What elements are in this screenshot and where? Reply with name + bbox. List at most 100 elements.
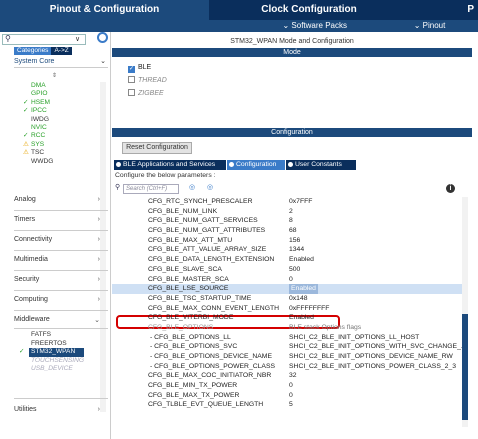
category-connectivity[interactable]: Connectivity › bbox=[14, 236, 108, 246]
category-label: Utilities bbox=[14, 406, 37, 413]
parameter-search-input[interactable]: Search (Ctrl+F) bbox=[123, 184, 179, 194]
chevron-right-icon: › bbox=[97, 236, 100, 243]
category-label: Analog bbox=[14, 196, 36, 203]
tab-a-z[interactable]: A->Z bbox=[51, 47, 72, 55]
mode-thread-checkbox[interactable]: THREAD bbox=[128, 76, 167, 85]
system-core-item[interactable]: NVIC bbox=[31, 124, 53, 132]
sort-icon[interactable]: ⇕ bbox=[52, 72, 57, 79]
parameter-name: CFG_BLE_MAX_COC_INITIATOR_NBR bbox=[148, 372, 272, 380]
category-timers[interactable]: Timers › bbox=[14, 216, 108, 226]
parameter-row[interactable]: CFG_BLE_NUM_GATT_SERVICES 8 bbox=[112, 216, 462, 226]
reset-configuration-button[interactable]: Reset Configuration bbox=[122, 142, 192, 154]
parameter-row[interactable]: - CFG_BLE_OPTIONS_LL SHCI_C2_BLE_INIT_OPT… bbox=[112, 333, 462, 343]
pinout-menu[interactable]: ⌄ Pinout bbox=[387, 20, 478, 32]
parameter-row[interactable]: - CFG_BLE_OPTIONS_SVC SHCI_C2_BLE_INIT_OP… bbox=[112, 342, 467, 352]
parameter-row[interactable]: CFG_BLE_MIN_TX_POWER 0 bbox=[112, 381, 462, 391]
middleware-item[interactable]: TOUCHSENSING bbox=[31, 357, 84, 366]
category-middleware[interactable]: Middleware ⌄ bbox=[14, 316, 108, 326]
system-core-item[interactable]: WWDG bbox=[31, 158, 53, 166]
tab-categories[interactable]: Categories bbox=[14, 47, 52, 55]
mode-ble-checkbox[interactable]: ✓ BLE bbox=[128, 63, 151, 73]
chevron-down-icon[interactable]: ∨ bbox=[75, 35, 80, 43]
system-core-item[interactable]: ✓ RCC bbox=[23, 132, 53, 140]
warning-icon: ⚠ bbox=[23, 149, 29, 157]
system-core-item[interactable]: GPIO bbox=[31, 90, 53, 98]
divider bbox=[14, 290, 108, 291]
parameter-row[interactable]: CFG_BLE_MAX_CONN_EVENT_LENGTH 0xFFFFFFFF bbox=[112, 304, 462, 314]
parameter-row[interactable]: - CFG_BLE_OPTIONS_POWER_CLASS SHCI_C2_BLE… bbox=[112, 362, 462, 372]
middleware-item[interactable]: FATFS bbox=[31, 331, 84, 340]
item-label: FATFS bbox=[31, 331, 52, 338]
software-packs-menu[interactable]: ⌄ Software Packs bbox=[209, 20, 387, 32]
parameter-row[interactable]: CFG_BLE_DATA_LENGTH_EXTENSION Enabled bbox=[112, 255, 462, 265]
scrollbar-thumb[interactable] bbox=[462, 314, 468, 420]
chevron-right-icon: › bbox=[97, 216, 100, 223]
search-input[interactable]: ⚲ ∨ bbox=[2, 34, 86, 45]
parameter-name: CFG_RTC_SYNCH_PRESCALER bbox=[148, 198, 253, 205]
system-core-item[interactable]: ⚠ TSC bbox=[23, 149, 53, 157]
category-label: System Core bbox=[14, 58, 55, 65]
mode-zigbee-checkbox[interactable]: ZIGBEE bbox=[128, 89, 164, 98]
parameter-row[interactable]: CFG_BLE_MAX_TX_POWER 0 bbox=[112, 391, 462, 401]
item-label: DMA bbox=[31, 82, 46, 89]
parameter-row[interactable]: CFG_BLE_NUM_LINK 2 bbox=[112, 207, 462, 217]
tab-project[interactable]: P bbox=[409, 0, 478, 20]
parameter-row[interactable]: CFG_RTC_SYNCH_PRESCALER 0x7FFF bbox=[112, 197, 462, 207]
tab-user-constants[interactable]: User Constants bbox=[286, 160, 356, 170]
category-analog[interactable]: Analog › bbox=[14, 196, 108, 206]
divider bbox=[14, 210, 108, 211]
parameter-row[interactable]: CFG_BLE_MAX_COC_INITIATOR_NBR 32 bbox=[112, 371, 462, 381]
mode-header: Mode bbox=[112, 48, 472, 57]
tab-ble-applications[interactable]: BLE Applications and Services bbox=[114, 160, 226, 170]
parameter-name: CFG_BLE_MAX_CONN_EVENT_LENGTH bbox=[148, 304, 280, 312]
item-label: TOUCHSENSING bbox=[31, 356, 85, 364]
parameter-row[interactable]: CFG_TLBLE_EVT_QUEUE_LENGTH 5 bbox=[112, 400, 462, 410]
parameter-row[interactable]: CFG_BLE_NUM_GATT_ATTRIBUTES 68 bbox=[112, 226, 462, 236]
scrollbar[interactable] bbox=[100, 82, 106, 412]
category-system-core[interactable]: System Core ⌄ bbox=[14, 58, 108, 65]
parameter-value: 0 bbox=[289, 275, 293, 283]
parameter-name: CFG_BLE_DATA_LENGTH_EXTENSION bbox=[148, 256, 275, 264]
category-label: Connectivity bbox=[14, 236, 53, 243]
category-computing[interactable]: Computing › bbox=[14, 296, 108, 306]
middleware-item[interactable]: USB_DEVICE bbox=[31, 365, 84, 374]
item-label: IWDG bbox=[31, 115, 49, 123]
tab-pinout-configuration[interactable]: Pinout & Configuration bbox=[0, 0, 209, 20]
parameter-name: CFG_BLE_MASTER_SCA bbox=[148, 275, 229, 283]
middleware-item[interactable]: FREERTOS bbox=[31, 340, 84, 349]
parameter-row[interactable]: CFG_BLE_LSE_SOURCE Enabled bbox=[112, 284, 462, 294]
software-packs-label: Software Packs bbox=[291, 21, 347, 30]
search-next-icon[interactable]: ◎ bbox=[207, 183, 213, 191]
middleware-item[interactable]: ✓ STM32_WPAN bbox=[19, 348, 85, 357]
chevron-right-icon: › bbox=[97, 256, 100, 263]
parameter-row[interactable]: - CFG_BLE_OPTIONS_DEVICE_NAME SHCI_C2_BLE… bbox=[112, 352, 462, 362]
parameter-row[interactable]: CFG_BLE_ATT_VALUE_ARRAY_SIZE 1344 bbox=[112, 245, 462, 255]
system-core-item[interactable]: ⚠ SYS bbox=[23, 141, 53, 149]
parameter-value: BLE stack Options flags bbox=[289, 323, 362, 331]
parameter-row[interactable]: CFG_BLE_SLAVE_SCA 500 bbox=[112, 265, 462, 275]
tab-clock-configuration[interactable]: Clock Configuration bbox=[209, 0, 409, 20]
parameter-value: 32 bbox=[289, 372, 297, 380]
system-core-item[interactable]: ✓ HSEM bbox=[23, 99, 53, 107]
system-core-item[interactable]: ✓ IPCC bbox=[23, 107, 53, 115]
parameter-row[interactable]: CFG_BLE_MAX_ATT_MTU 156 bbox=[112, 236, 462, 246]
item-label: GPIO bbox=[31, 90, 48, 98]
system-core-item[interactable]: IWDG bbox=[31, 116, 53, 124]
search-previous-icon[interactable]: ◎ bbox=[189, 183, 195, 191]
system-core-item[interactable]: DMA bbox=[31, 82, 53, 90]
info-icon[interactable]: i bbox=[446, 184, 455, 193]
tab-configuration[interactable]: Configuration bbox=[227, 160, 285, 170]
parameter-row[interactable]: CFG_BLE_OPTIONS BLE stack Options flags bbox=[112, 323, 462, 333]
parameter-value: 68 bbox=[289, 227, 297, 235]
gear-icon[interactable] bbox=[97, 32, 108, 43]
category-label: Computing bbox=[14, 296, 48, 303]
parameter-row[interactable]: CFG_BLE_MASTER_SCA 0 bbox=[112, 275, 462, 285]
category-multimedia[interactable]: Multimedia › bbox=[14, 256, 108, 266]
category-security[interactable]: Security › bbox=[14, 276, 108, 286]
category-label: Multimedia bbox=[14, 256, 48, 263]
category-utilities[interactable]: Utilities › bbox=[14, 406, 108, 416]
parameter-name: CFG_TLBLE_EVT_QUEUE_LENGTH bbox=[148, 401, 264, 409]
parameter-name: CFG_BLE_VITERBI_MODE bbox=[148, 314, 234, 322]
parameter-row[interactable]: CFG_BLE_TSC_STARTUP_TIME 0x148 bbox=[112, 294, 462, 304]
parameter-row[interactable]: CFG_BLE_VITERBI_MODE Enabled bbox=[112, 313, 462, 323]
